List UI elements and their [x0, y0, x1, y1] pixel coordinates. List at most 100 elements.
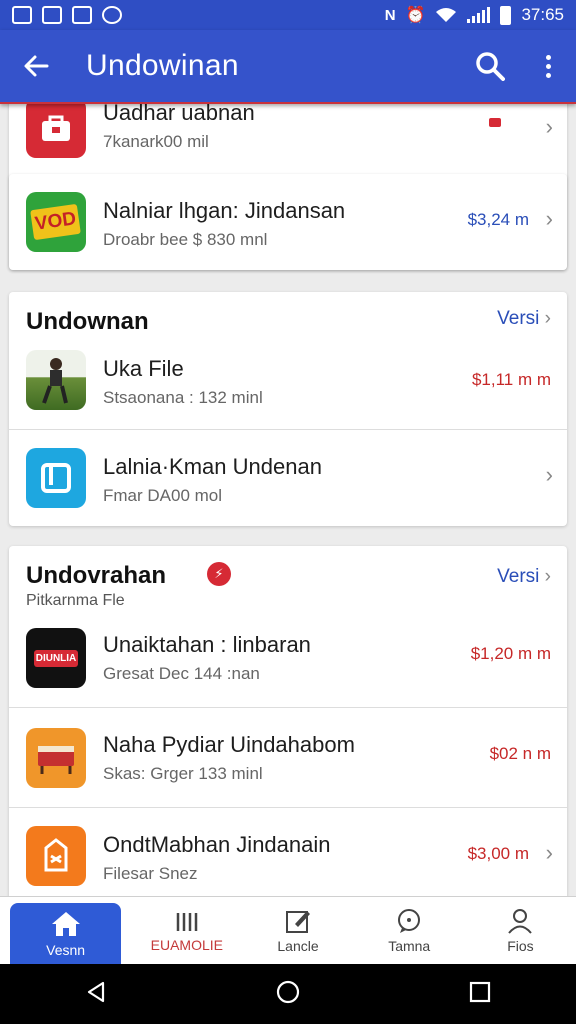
nav-item-home[interactable]: Vesnn [10, 903, 122, 964]
person-icon [508, 908, 533, 934]
vod-logo: VOD [30, 203, 82, 241]
triangle-back-icon [87, 981, 104, 1002]
file-manager-icon [41, 463, 71, 493]
nav-item-edit[interactable]: Lancle [242, 897, 353, 964]
notification-photo-icon [42, 6, 62, 24]
app-icon: VOD [26, 192, 86, 252]
nav-label: Lancle [277, 937, 319, 954]
more-label: Versi [497, 308, 540, 329]
system-recents-button[interactable] [468, 980, 492, 1009]
app-price: $3,00 m [467, 844, 529, 863]
app-icon-label: DIUNLIA [33, 649, 79, 667]
app-list-item[interactable]: VOD Nalniar lhgan: Jindansan Droabr bee … [9, 174, 567, 270]
chevron-right-icon: › [545, 114, 553, 139]
app-title: OndtMabhan Jindanain [103, 832, 331, 857]
search-button[interactable] [460, 29, 520, 103]
app-icon [26, 728, 86, 788]
app-bar: Undowinan [0, 30, 576, 104]
nav-item-chat[interactable]: Tamna [354, 897, 465, 964]
more-label: Versi [497, 566, 540, 587]
status-bar: N ⏰ 37:65 [0, 0, 576, 30]
app-icon [26, 448, 86, 508]
app-list-item[interactable]: OndtMabhan Jindanain Filesar Snez $3,00 … [9, 808, 567, 896]
app-list-item[interactable]: Lalnia·Kman Undenan Fmar DA00 mol › [9, 430, 567, 526]
system-navigation-bar [0, 964, 576, 1024]
app-subtitle: 7kanark00 mil [103, 132, 209, 151]
signal-icon [467, 7, 491, 23]
update-badge-icon: ⚡ [207, 562, 231, 586]
notification-messenger-icon [102, 6, 122, 24]
app-subtitle: Fmar DA00 mol [103, 486, 223, 505]
dot [545, 54, 551, 60]
notification-icons [12, 6, 122, 24]
chevron-right-icon: › [544, 566, 551, 587]
notification-download-icon [72, 6, 92, 24]
app-subtitle: Gresat Dec 144 :nan [103, 664, 260, 683]
app-list-item[interactable]: Uka File Stsaonana : 132 minl $1,11 m m [9, 330, 567, 430]
bottom-navigation: Vesnn EUAMOLIE Lancle Tamna Fios [0, 896, 576, 964]
app-subtitle: Droabr bee $ 830 mnl [103, 230, 268, 249]
section-title: Undovrahan [26, 562, 167, 589]
nav-label: EUAMOLIE [150, 936, 223, 953]
chevron-right-icon: › [545, 462, 553, 487]
clock-time: 37:65 [521, 5, 564, 24]
chevron-right-icon: › [545, 206, 553, 231]
section-card-updates: Undovrahan ⚡ Pitkarnma Fle Versi › DIUNL… [9, 546, 567, 896]
app-list-item[interactable]: DIUNLIA Unaiktahan : linbaran Gresat Dec… [9, 608, 567, 708]
system-home-button[interactable] [275, 979, 301, 1010]
battery-icon [500, 5, 512, 25]
app-price: $3,24 m [467, 210, 529, 229]
back-button[interactable] [0, 29, 72, 103]
nav-label: Fios [507, 937, 534, 954]
section-more-link[interactable]: Versi › [497, 308, 551, 330]
section-more-link[interactable]: Versi › [497, 566, 551, 588]
chevron-right-icon: › [544, 308, 551, 329]
app-list-item[interactable]: Uadhar uabnan 7kanark00 mil › [9, 104, 567, 170]
square-recents-icon [470, 981, 491, 1002]
app-price: $1,11 m m [471, 370, 551, 389]
nav-item-library[interactable]: EUAMOLIE [131, 897, 242, 964]
notification-image-icon [12, 6, 32, 24]
app-title: Uka File [103, 356, 184, 381]
app-icon [26, 350, 86, 410]
app-title: Uadhar uabnan [103, 104, 255, 125]
app-price: $02 n m [489, 744, 551, 763]
arrow-back-icon [24, 55, 49, 77]
wifi-icon [436, 8, 457, 22]
nav-label: Tamna [388, 937, 431, 954]
more-options-button[interactable] [520, 29, 576, 103]
bag-icon [42, 115, 70, 141]
app-title: Naha Pydiar Uindahabom [103, 732, 355, 757]
section-card-downloads: Undownan Versi › Uka File Stsaonana : 13… [9, 292, 567, 526]
app-price: $1,20 m m [470, 644, 551, 663]
app-icon [26, 104, 86, 158]
app-title: Lalnia·Kman Undenan [103, 454, 322, 479]
app-icon: DIUNLIA [26, 628, 86, 688]
nav-label: Vesnn [46, 941, 86, 958]
circle-home-icon [276, 980, 300, 1003]
person-photo-icon [42, 358, 68, 404]
app-list-item[interactable]: Naha Pydiar Uindahabom Skas: Grger 133 m… [9, 708, 567, 808]
red-dot-badge [489, 118, 501, 127]
home-icon [51, 911, 80, 936]
app-subtitle: Filesar Snez [103, 864, 198, 883]
main-content[interactable]: Uadhar uabnan 7kanark00 mil › VOD Nalnia… [0, 104, 576, 896]
dot [545, 72, 551, 78]
app-subtitle: Skas: Grger 133 minl [103, 764, 263, 783]
app-title: Nalniar lhgan: Jindansan [103, 198, 346, 223]
gift-icon [44, 838, 68, 872]
nav-item-profile[interactable]: Fios [465, 897, 576, 964]
app-subtitle: Stsaonana : 132 minl [103, 388, 263, 407]
system-back-button[interactable] [84, 980, 108, 1009]
chevron-right-icon: › [545, 840, 553, 865]
alarm-icon: ⏰ [405, 7, 426, 24]
search-icon [476, 52, 505, 81]
app-icon [26, 826, 86, 886]
bars-icon [176, 912, 198, 931]
nfc-icon: N [384, 6, 396, 24]
app-title: Unaiktahan : linbaran [103, 632, 311, 657]
top-app-card-2: VOD Nalniar lhgan: Jindansan Droabr bee … [9, 174, 567, 270]
edit-icon [286, 910, 310, 933]
page-title: Undowinan [86, 49, 239, 82]
chat-icon [398, 908, 421, 933]
